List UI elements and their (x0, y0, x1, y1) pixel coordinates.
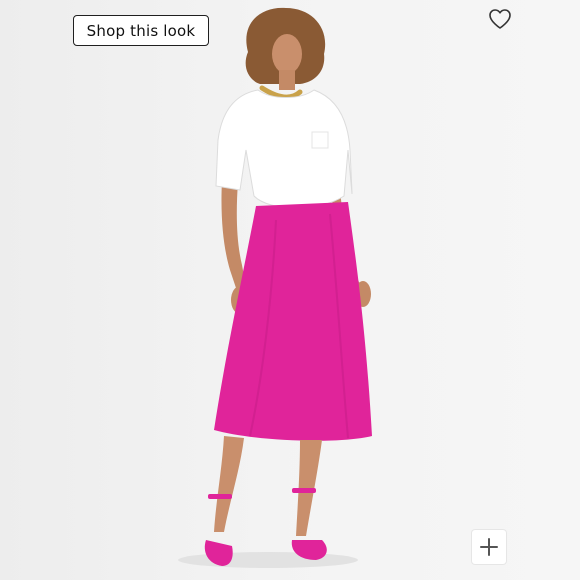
heart-outline-icon (489, 9, 511, 29)
plus-icon (480, 538, 498, 556)
product-photo: Shop this look (0, 0, 580, 580)
favorite-button[interactable] (486, 6, 514, 32)
model-figure (178, 7, 372, 568)
shop-this-look-label: Shop this look (86, 21, 196, 40)
zoom-button[interactable] (472, 530, 506, 564)
shop-this-look-button[interactable]: Shop this look (73, 15, 209, 46)
